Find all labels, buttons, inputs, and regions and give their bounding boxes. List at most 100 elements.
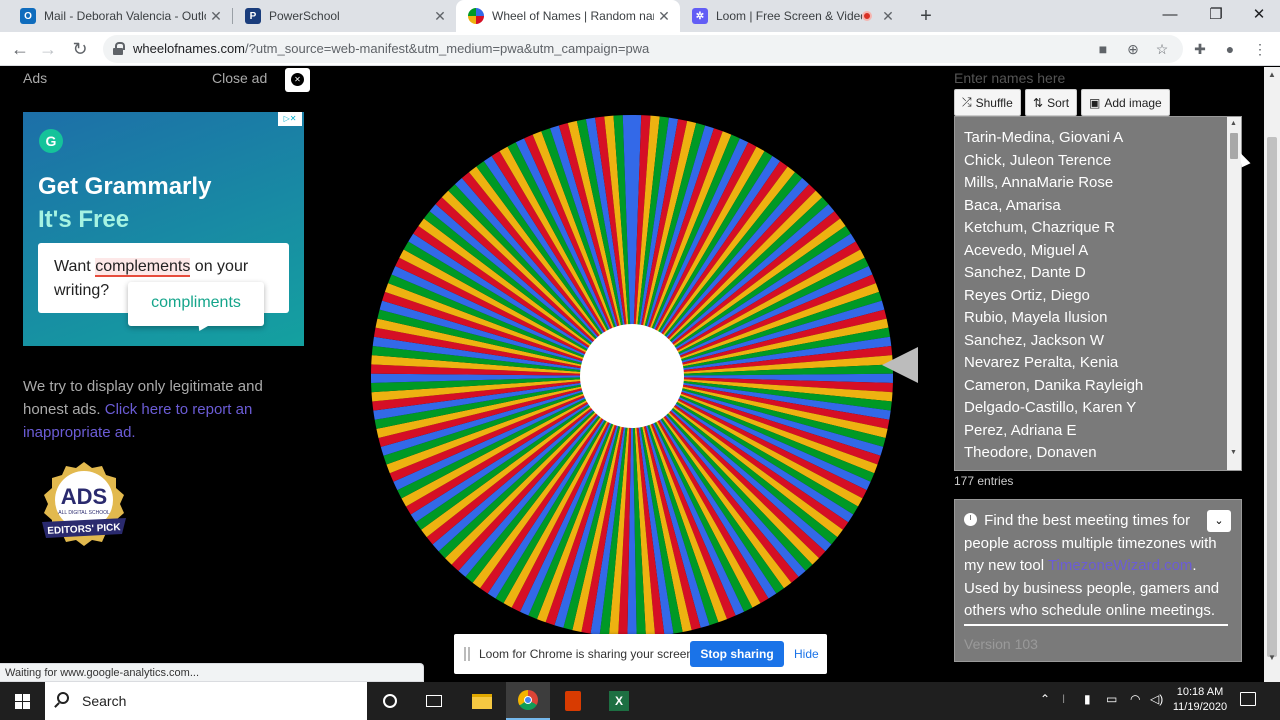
file-explorer-icon[interactable] <box>460 682 504 720</box>
sort-icon: ⇅ <box>1033 95 1044 110</box>
name-entry: Delgado-Castillo, Karen Y <box>964 399 1137 416</box>
sharing-message: Loom for Chrome is sharing your screen. <box>479 647 697 661</box>
name-entry: Sanchez, Jackson W <box>964 331 1105 349</box>
windows-taskbar: Search X ⌃ ǀ ▮ ▭ ◠ ◁) 10:18 AM 11/19/202… <box>0 682 1280 720</box>
volume-icon[interactable]: ◁) <box>1150 692 1163 706</box>
page-scroll-thumb[interactable] <box>1267 137 1277 657</box>
wifi-icon[interactable]: ◠ <box>1130 692 1140 706</box>
grammarly-logo-icon: G <box>39 129 63 153</box>
image-icon: ▣ <box>1089 95 1101 110</box>
timezone-wizard-link[interactable]: TimezoneWizard.com <box>1048 557 1192 574</box>
tab-title: Wheel of Names | Random name picker <box>492 9 654 23</box>
taskbar-search[interactable]: Search <box>45 682 367 720</box>
scroll-down-icon[interactable]: ▼ <box>1230 449 1237 456</box>
name-wheel[interactable] <box>370 114 894 638</box>
close-window-button[interactable]: ✕ <box>1236 0 1280 32</box>
tray-chevron-icon[interactable]: ⌃ <box>1040 692 1050 706</box>
tab-powerschool[interactable]: P PowerSchool ✕ <box>233 0 456 32</box>
outlook-icon: O <box>20 8 36 24</box>
scroll-up-icon[interactable]: ▲ <box>1268 70 1276 79</box>
tab-wheel-of-names[interactable]: Wheel of Names | Random name picker ✕ <box>456 0 680 32</box>
extensions-icon[interactable]: ✚ <box>1190 39 1210 59</box>
page-scrollbar[interactable]: ▲ ▼ <box>1264 67 1280 682</box>
drag-handle-icon[interactable] <box>464 647 470 661</box>
cortana-icon[interactable] <box>368 682 412 720</box>
menu-kebab-icon[interactable]: ⋮ <box>1250 39 1270 59</box>
battery-icon[interactable]: ▭ <box>1106 692 1117 706</box>
notification-icon[interactable] <box>1240 692 1256 706</box>
tab-title: PowerSchool <box>269 9 340 23</box>
tab-loom[interactable]: ✲ Loom | Free Screen & Video Recording ✕ <box>680 0 904 32</box>
name-entry: Rubio, Mayela Ilusion <box>964 309 1108 326</box>
page-content: Ads Close ad G ▷✕ Get Grammarly It's Fre… <box>0 67 1264 682</box>
close-tab-icon[interactable]: ✕ <box>430 8 450 25</box>
address-bar[interactable]: wheelofnames.com/?utm_source=web-manifes… <box>103 35 1183 63</box>
close-tab-icon[interactable]: ✕ <box>206 8 226 25</box>
sort-button[interactable]: ⇅ Sort <box>1025 89 1078 116</box>
profile-avatar-icon[interactable]: ● <box>1220 39 1240 59</box>
powerschool-icon: P <box>245 8 261 24</box>
scroll-down-icon[interactable]: ▼ <box>1268 653 1276 662</box>
camera-icon[interactable]: ■ <box>1093 39 1113 59</box>
info-panel: Find the best meeting times for people a… <box>954 499 1242 662</box>
names-placeholder: Enter names here <box>954 70 1066 86</box>
shuffle-button[interactable]: ⤮ Shuffle <box>954 89 1021 116</box>
name-entry: Chick, Juleon Terence <box>964 151 1112 169</box>
back-button[interactable]: ← <box>8 37 32 61</box>
names-textarea[interactable]: Tarin-Medina, Giovani A Chick, Juleon Ter… <box>954 116 1242 471</box>
names-scrollbar[interactable]: ▲ ▼ <box>1227 117 1241 470</box>
browser-toolbar: ← → ↻ wheelofnames.com/?utm_source=web-m… <box>0 32 1280 66</box>
loom-sharing-bar: Loom for Chrome is sharing your screen. … <box>454 634 827 674</box>
name-entry: Sanchez, Dante D <box>964 264 1086 281</box>
hide-button[interactable]: Hide <box>794 647 819 661</box>
excel-icon[interactable]: X <box>597 682 641 720</box>
lock-icon <box>113 42 125 56</box>
grammarly-ad[interactable]: G ▷✕ Get Grammarly It's Free Want comple… <box>23 112 304 346</box>
close-tab-icon[interactable]: ✕ <box>654 8 674 25</box>
status-bar: Waiting for www.google-analytics.com... <box>0 663 424 682</box>
adchoices-icon[interactable]: ▷✕ <box>278 112 302 126</box>
close-tab-icon[interactable]: ✕ <box>878 8 898 25</box>
browser-tab-bar: O Mail - Deborah Valencia - Outlook ✕ P … <box>0 0 1280 32</box>
wheel-icon <box>468 8 484 24</box>
ad-subhead: It's Free <box>38 206 130 233</box>
names-list: Tarin-Medina, Giovani A Chick, Juleon Ter… <box>964 127 1143 465</box>
wheel-center[interactable] <box>580 324 684 428</box>
name-entry: Reyes Ortiz, Diego <box>964 286 1090 304</box>
name-entry: Theodore, Donaven <box>964 444 1097 461</box>
add-image-button[interactable]: ▣ Add image <box>1081 89 1170 116</box>
windows-start-icon[interactable] <box>0 682 45 720</box>
taskbar-clock[interactable]: 10:18 AM 11/19/2020 <box>1170 685 1230 715</box>
stop-sharing-button[interactable]: Stop sharing <box>690 641 784 667</box>
name-entry: Cameron, Danika Rayleigh <box>964 376 1144 394</box>
reload-button[interactable]: ↻ <box>68 37 92 61</box>
scroll-up-icon[interactable]: ▲ <box>1230 120 1237 127</box>
office-icon[interactable] <box>551 682 595 720</box>
mic-active-icon[interactable]: ▮ <box>1084 692 1091 706</box>
collapse-chevron-icon[interactable]: ⌄ <box>1207 510 1231 532</box>
close-ad-link[interactable]: Close ad <box>212 70 267 86</box>
chrome-icon[interactable] <box>506 682 550 720</box>
loom-icon: ✲ <box>692 8 708 24</box>
tab-outlook[interactable]: O Mail - Deborah Valencia - Outlook ✕ <box>8 0 232 32</box>
name-entry: Acevedo, Miguel A <box>964 241 1089 259</box>
ads-label: Ads <box>23 70 48 86</box>
tab-title: Mail - Deborah Valencia - Outlook <box>44 9 206 23</box>
name-entry: Ketchum, Chazrique R <box>964 219 1115 236</box>
clock-icon <box>964 513 977 526</box>
name-entry: Nevarez Peralta, Kenia <box>964 354 1119 371</box>
maximize-button[interactable]: ❐ <box>1193 0 1239 32</box>
task-view-icon[interactable] <box>412 682 456 720</box>
new-tab-button[interactable]: + <box>914 4 938 28</box>
divider <box>964 624 1228 626</box>
install-app-icon[interactable]: ⊕ <box>1123 39 1143 59</box>
minimize-button[interactable]: — <box>1147 0 1193 32</box>
name-entry: Baca, Amarisa <box>964 196 1061 214</box>
microphone-icon[interactable]: ǀ <box>1062 692 1065 706</box>
wheel-pointer-icon <box>882 347 918 383</box>
bookmark-star-icon[interactable]: ☆ <box>1152 39 1172 59</box>
close-ad-icon[interactable] <box>285 68 310 92</box>
forward-button[interactable]: → <box>36 37 60 61</box>
name-entry: Tarin-Medina, Giovani A <box>964 129 1124 146</box>
svg-text:ADS: ADS <box>61 484 107 509</box>
